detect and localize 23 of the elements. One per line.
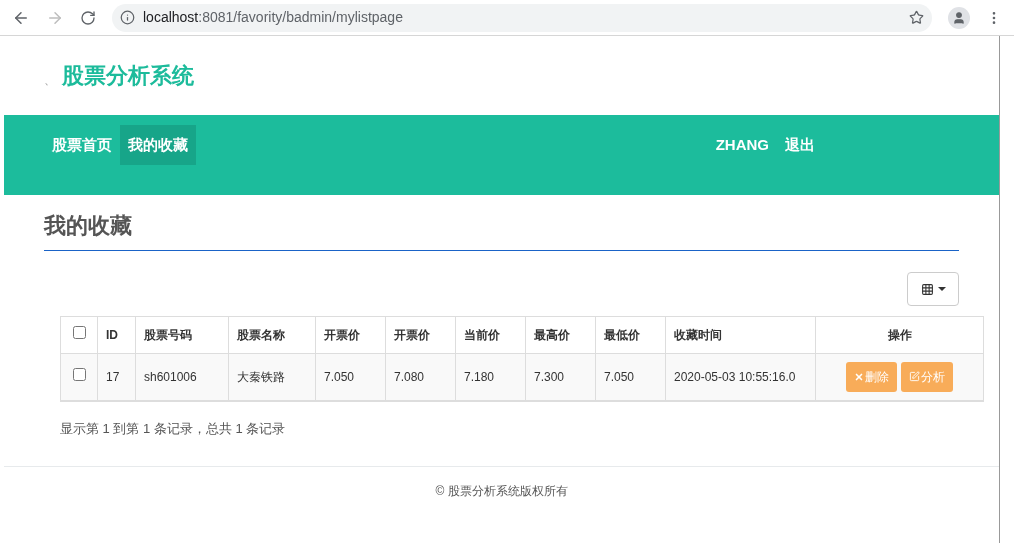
logout-link[interactable]: 退出 — [777, 125, 823, 165]
column-header: 当前价 — [455, 316, 526, 354]
delete-button[interactable]: 删除 — [846, 361, 897, 392]
nav-link[interactable]: 股票首页 — [44, 125, 120, 165]
url-text: localhost:8081/favority/badmin/mylistpage — [143, 8, 404, 27]
nav-link[interactable]: 我的收藏 — [120, 125, 196, 165]
column-header: 开票价 — [315, 316, 386, 354]
footer-text: © 股票分析系统版权所有 — [434, 483, 569, 500]
pagination-info: 显示第 1 到第 1 条记录，总共 1 条记录 — [60, 419, 287, 438]
column-header: 最高价 — [525, 316, 596, 354]
column-header: 股票名称 — [228, 316, 316, 354]
address-bar[interactable]: localhost:8081/favority/badmin/mylistpage — [112, 3, 932, 32]
column-header: 操作 — [815, 316, 984, 354]
column-header: 开票价 — [385, 316, 456, 354]
user-link[interactable]: ZHANG — [707, 125, 777, 165]
column-header: 股票号码 — [135, 316, 229, 354]
column-header: 收藏时间 — [665, 316, 816, 354]
logo-mark: 、 — [44, 71, 56, 89]
site-title: 股票分析系统 — [62, 62, 194, 90]
column-header: ID — [97, 316, 136, 354]
analyze-button[interactable]: 分析 — [901, 361, 953, 392]
column-header: 最低价 — [595, 316, 666, 354]
page-title: 我的收藏 — [44, 212, 133, 240]
